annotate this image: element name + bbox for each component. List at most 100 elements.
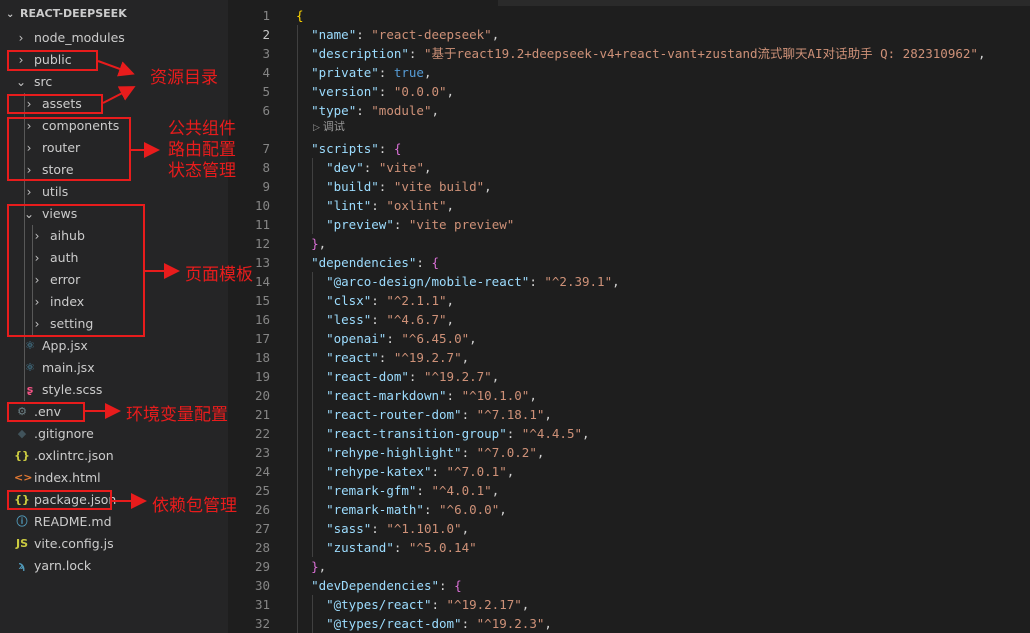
json-key: "rehype-highlight" [326, 445, 462, 460]
json-string: "^2.1.1" [386, 293, 447, 308]
annotation-views: 页面模板 [185, 265, 253, 285]
line-number: 1 [262, 8, 270, 23]
tree-item-label: yarn.lock [34, 558, 92, 573]
line-number: 11 [254, 217, 270, 232]
json-punctuation: , [506, 464, 515, 479]
json-key: "react" [326, 350, 379, 365]
code-line[interactable]: "openai": "^6.45.0", [296, 329, 477, 348]
code-line[interactable]: "react-markdown": "^10.1.0", [296, 386, 537, 405]
code-line[interactable]: "react-dom": "^19.2.7", [296, 367, 499, 386]
json-string: "^4.4.5" [521, 426, 583, 441]
file-yarn-lock[interactable]: ϡ yarn.lock [0, 555, 228, 577]
folder-node-modules[interactable]: › node_modules [0, 27, 228, 49]
json-key: "dev" [326, 160, 364, 175]
json-key: "@types/react-dom" [326, 616, 462, 631]
code-line[interactable]: "@types/react-dom": "^19.2.3", [296, 614, 552, 633]
highlight-box-package [7, 490, 112, 510]
line-number: 21 [254, 407, 270, 422]
code-line[interactable]: "name": "react-deepseek", [296, 25, 499, 44]
json-string: "^19.2.7" [423, 369, 492, 384]
folder-utils[interactable]: › utils [0, 181, 228, 203]
line-number: 10 [254, 198, 270, 213]
chevron-down-icon: ⌄ [6, 9, 15, 20]
code-line[interactable]: "scripts": { [296, 139, 401, 158]
tree-item-label: App.jsx [42, 338, 88, 353]
code-line[interactable]: "version": "0.0.0", [296, 82, 454, 101]
code-line[interactable]: "@arco-design/mobile-react": "^2.39.1", [296, 272, 620, 291]
json-punctuation: , [544, 407, 552, 422]
code-line[interactable]: "@types/react": "^19.2.17", [296, 595, 529, 614]
line-number: 2 [262, 27, 270, 42]
file-vite-config-js[interactable]: JS vite.config.js [0, 533, 228, 555]
json-punctuation [296, 27, 311, 42]
code-line[interactable]: "remark-math": "^6.0.0", [296, 500, 507, 519]
line-number: 3 [262, 46, 270, 61]
code-line[interactable]: "dev": "vite", [296, 158, 431, 177]
line-number: 31 [254, 597, 270, 612]
json-punctuation: { [454, 578, 462, 593]
json-key: "zustand" [326, 540, 394, 555]
json-punctuation: , [431, 103, 440, 118]
code-line[interactable]: "less": "^4.6.7", [296, 310, 454, 329]
code-line[interactable]: "react": "^19.2.7", [296, 348, 469, 367]
json-string: "module" [371, 103, 432, 118]
highlight-box-views [7, 204, 145, 337]
json-punctuation: , [499, 502, 507, 517]
code-line[interactable]: "dependencies": { [296, 253, 439, 272]
json-icon: {} [14, 449, 30, 462]
json-punctuation: , [529, 388, 537, 403]
code-line[interactable]: "react-transition-group": "^4.4.5", [296, 424, 589, 443]
file-oxlintrc-json[interactable]: {} .oxlintrc.json [0, 445, 228, 467]
annotation-router: 路由配置 [168, 140, 236, 160]
code-line[interactable]: "devDependencies": { [296, 576, 462, 595]
json-punctuation: , [446, 293, 455, 308]
json-punctuation: : [386, 331, 402, 346]
tree-item-label: main.jsx [42, 360, 95, 375]
highlight-box-assets [7, 94, 103, 114]
code-line[interactable]: "lint": "oxlint", [296, 196, 454, 215]
code-line[interactable]: "description": "基于react19.2+deepseek-v4+… [296, 44, 985, 63]
code-line[interactable]: "zustand": "^5.0.14" [296, 538, 477, 557]
file-app-jsx[interactable]: ⚛ App.jsx [0, 335, 228, 357]
json-punctuation: : [446, 388, 462, 403]
code-line[interactable]: "preview": "vite preview" [296, 215, 514, 234]
json-punctuation: , [318, 559, 327, 574]
annotation-package: 依赖包管理 [152, 496, 237, 516]
code-line[interactable]: "react-router-dom": "^7.18.1", [296, 405, 552, 424]
json-punctuation: : [393, 540, 409, 555]
json-key: "openai" [326, 331, 387, 346]
play-icon: ▷ [313, 123, 320, 133]
code-editor[interactable]: 1 2 3 4 5 6 7 8 9 10 11 12 13 14 15 16 17 18 19 20 21 22 23 24 2… [228, 0, 1030, 633]
code-line[interactable]: "remark-gfm": "^4.0.1", [296, 481, 499, 500]
line-number: 15 [254, 293, 270, 308]
code-line[interactable]: "private": true, [296, 63, 431, 82]
line-number: 29 [254, 559, 270, 574]
debug-codelens[interactable]: ▷ 调试 [313, 118, 345, 134]
json-string: "^5.0.14" [408, 540, 477, 555]
file-style-scss[interactable]: ʂ style.scss [0, 379, 228, 401]
code-line[interactable]: { [296, 6, 304, 25]
code-line[interactable]: }, [296, 234, 326, 253]
file-index-html[interactable]: <> index.html [0, 467, 228, 489]
json-punctuation: , [484, 179, 492, 194]
indent-guide [312, 158, 313, 234]
file-main-jsx[interactable]: ⚛ main.jsx [0, 357, 228, 379]
explorer-root-header[interactable]: ⌄ REACT-DEEPSEEK [6, 7, 127, 20]
json-punctuation [296, 84, 311, 99]
line-number: 18 [254, 350, 270, 365]
code-line[interactable]: "rehype-katex": "^7.0.1", [296, 462, 514, 481]
json-punctuation: : [371, 198, 387, 213]
json-punctuation: : [363, 160, 379, 175]
json-string: "^6.45.0" [401, 331, 470, 346]
tree-item-label: vite.config.js [34, 536, 114, 551]
code-line[interactable]: "rehype-highlight": "^7.0.2", [296, 443, 544, 462]
code-line[interactable]: "build": "vite build", [296, 177, 492, 196]
code-line[interactable]: }, [296, 557, 326, 576]
file-gitignore[interactable]: ◆ .gitignore [0, 423, 228, 445]
line-number: 12 [254, 236, 270, 251]
code-line[interactable]: "sass": "^1.101.0", [296, 519, 469, 538]
json-punctuation: : [378, 65, 394, 80]
json-key: "type" [311, 103, 357, 118]
highlight-box-env [7, 402, 85, 422]
code-line[interactable]: "clsx": "^2.1.1", [296, 291, 454, 310]
